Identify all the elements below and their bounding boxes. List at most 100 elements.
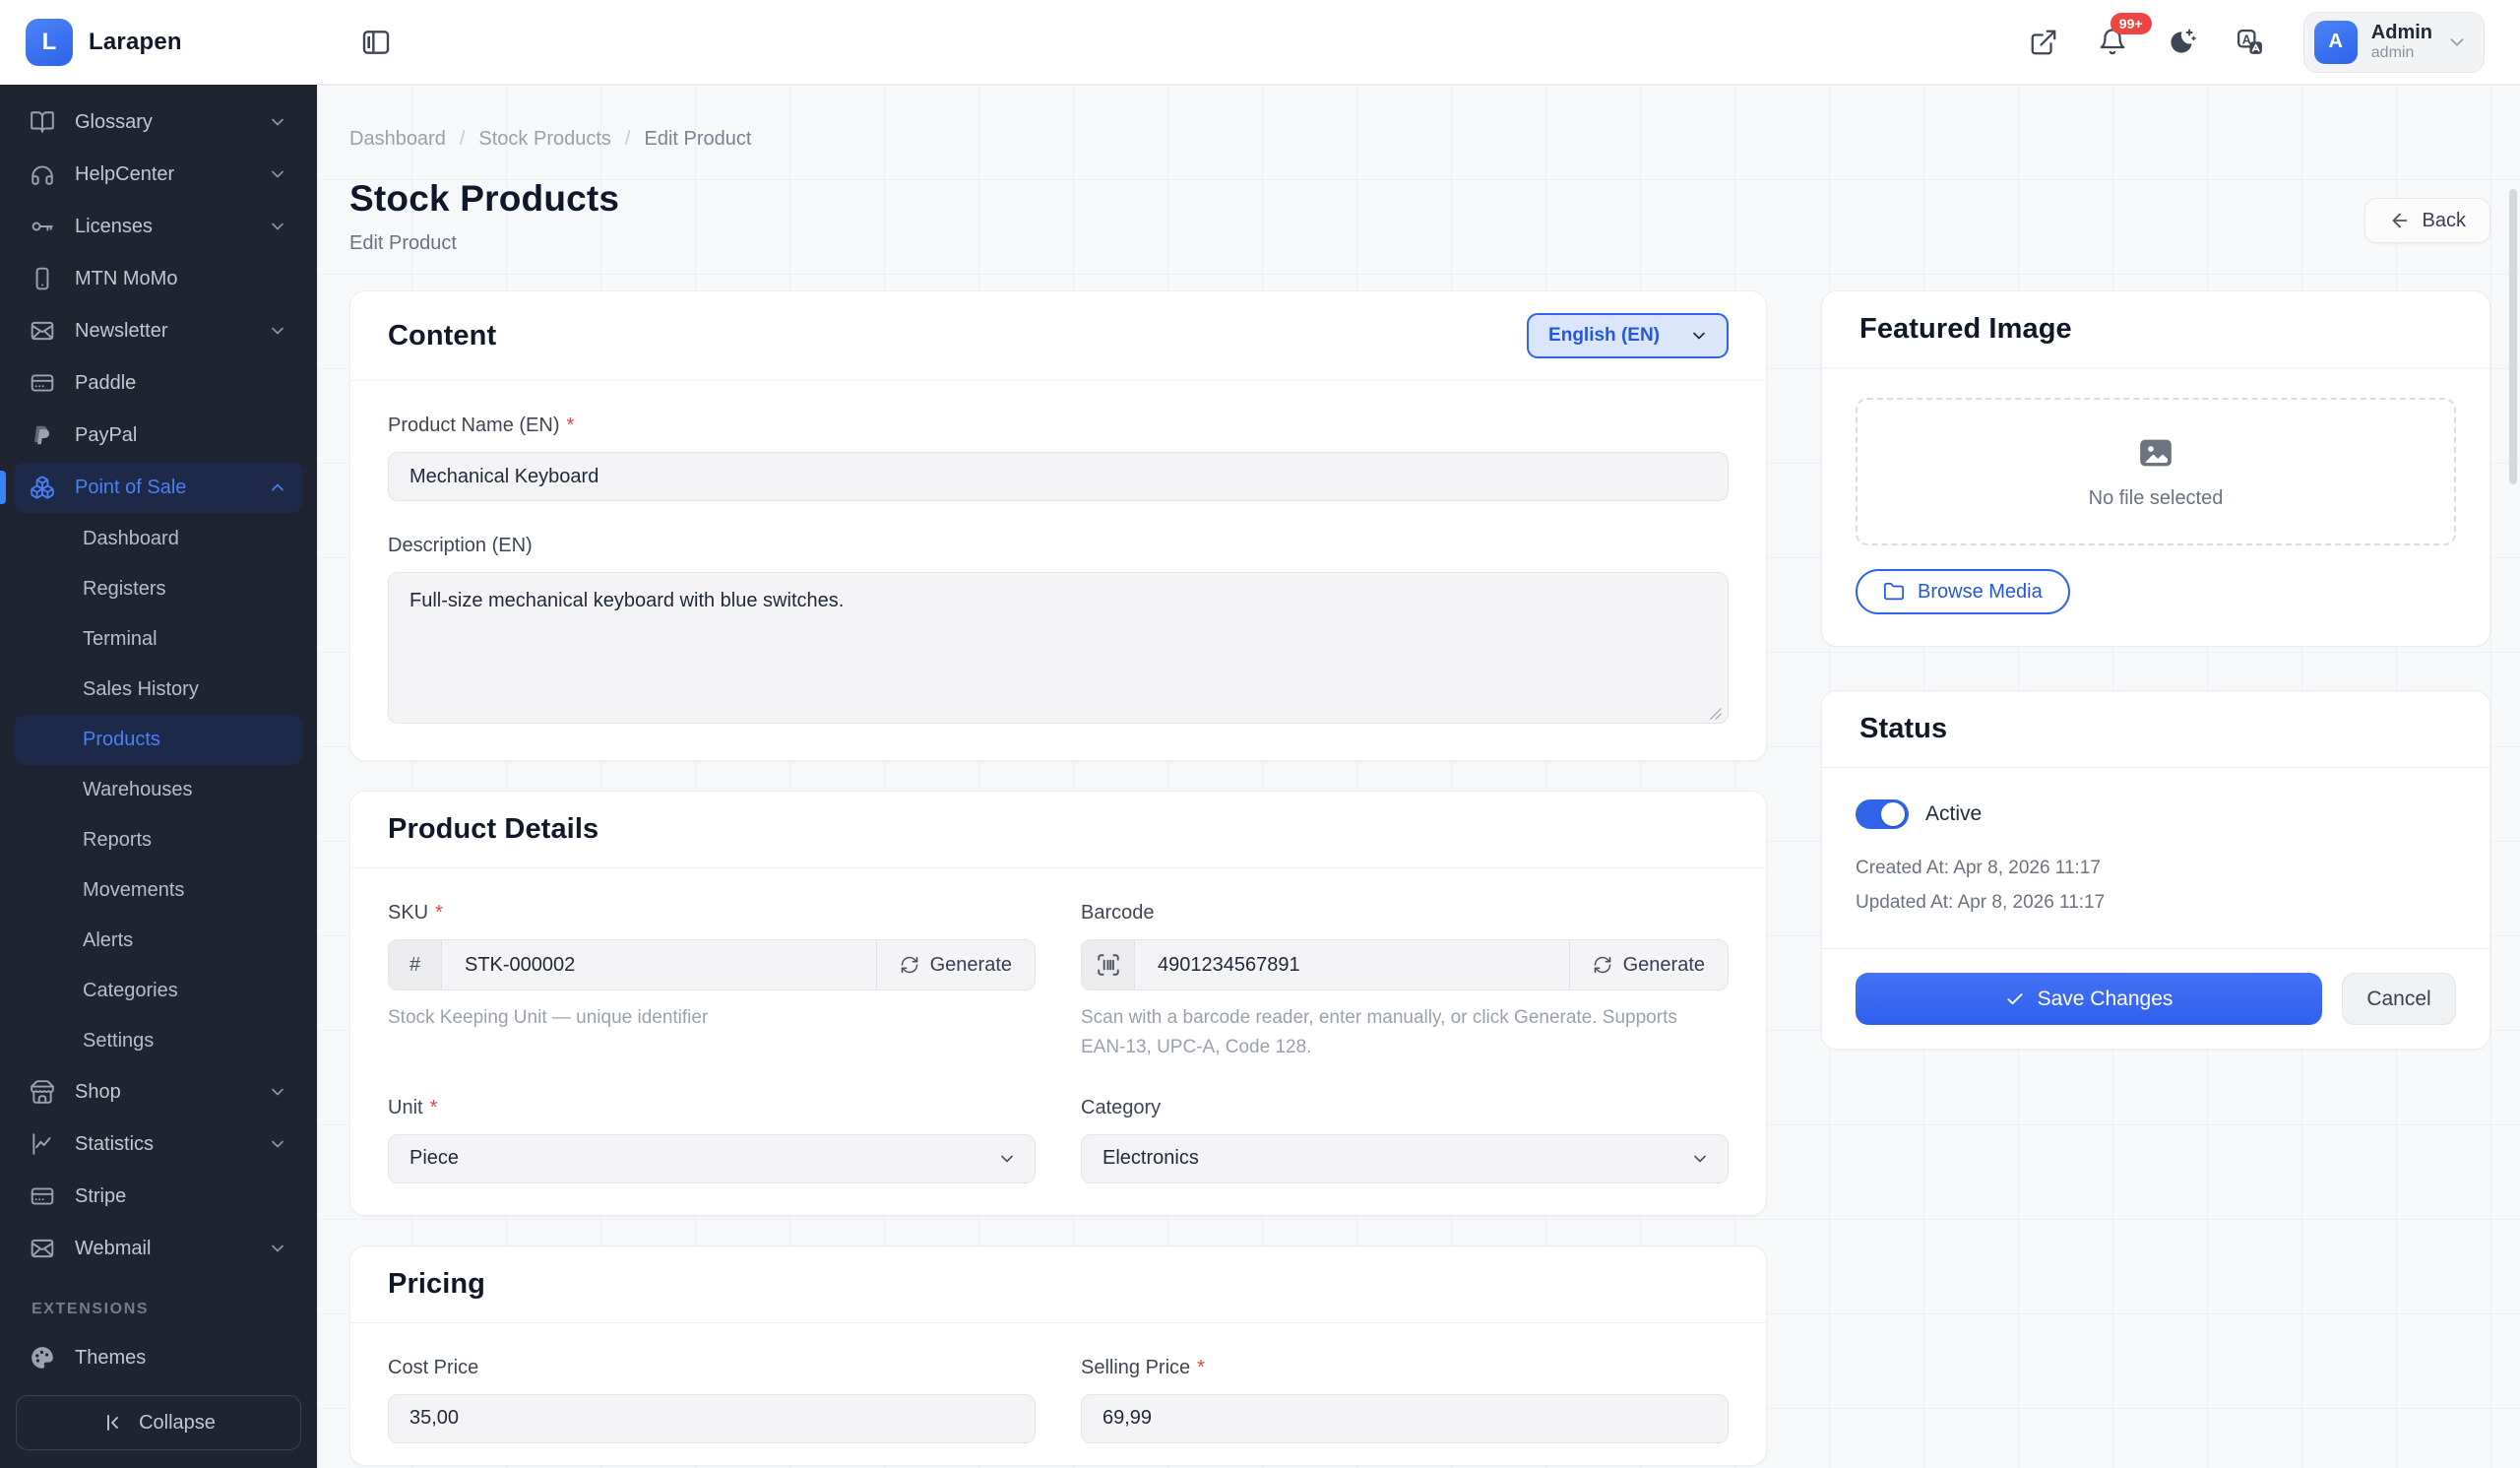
sku-value[interactable]: STK-000002: [442, 940, 876, 989]
headphones-icon: [30, 161, 55, 187]
sidebar-item-label: MTN MoMo: [75, 268, 177, 290]
sidebar: L Larapen Glossary HelpCenter Licenses: [0, 0, 317, 1468]
sidebar-item-pos-registers[interactable]: Registers: [14, 564, 303, 614]
sidebar-item-pos-categories[interactable]: Categories: [14, 966, 303, 1016]
sidebar-item-statistics[interactable]: Statistics: [14, 1118, 303, 1170]
active-toggle-row: Active: [1856, 799, 2456, 829]
palette-icon: [30, 1345, 55, 1371]
breadcrumb-stock-products[interactable]: Stock Products: [478, 128, 611, 151]
cost-price-field: Cost Price: [388, 1357, 1036, 1443]
sidebar-item-paddle[interactable]: Paddle: [14, 357, 303, 409]
sidebar-item-paypal[interactable]: PayPal: [14, 410, 303, 461]
image-icon: [2136, 433, 2175, 473]
page-title: Stock Products: [349, 178, 619, 220]
created-at-text: Created At: Apr 8, 2026 11:17: [1856, 856, 2456, 881]
collapse-label: Collapse: [139, 1412, 216, 1435]
barcode-value[interactable]: 4901234567891: [1135, 940, 1569, 989]
sidebar-item-mtn-momo[interactable]: MTN MoMo: [14, 253, 303, 304]
timestamps: Created At: Apr 8, 2026 11:17 Updated At…: [1856, 856, 2456, 915]
resize-handle-icon[interactable]: [1709, 707, 1723, 721]
brand-name: Larapen: [89, 29, 182, 56]
sidebar-item-point-of-sale[interactable]: Point of Sale: [14, 462, 303, 513]
extensions-section-label: EXTENSIONS: [14, 1275, 303, 1332]
user-name: Admin: [2371, 22, 2432, 44]
sku-generate-button[interactable]: Generate: [876, 940, 1035, 989]
required-marker: *: [430, 1097, 438, 1119]
selling-price-label: Selling Price *: [1081, 1357, 1729, 1379]
user-menu[interactable]: A Admin admin: [2303, 12, 2485, 73]
mail-icon: [30, 318, 55, 344]
label-text: Unit: [388, 1097, 423, 1119]
description-label: Description (EN): [388, 535, 1729, 557]
product-name-input[interactable]: [388, 452, 1729, 501]
status-card: Status Active Created At: Apr 8, 2026 11…: [1821, 690, 2490, 1050]
sidebar-item-pos-products[interactable]: Products: [14, 715, 303, 765]
sku-barcode-row: SKU * # STK-000002 Generate: [388, 902, 1729, 1063]
dark-mode-icon[interactable]: [2166, 27, 2197, 58]
unit-category-row: Unit * Piece: [388, 1097, 1729, 1183]
active-toggle[interactable]: [1856, 799, 1909, 829]
form-grid: Content English (EN) Product Name (EN) *: [349, 290, 2490, 1468]
chevron-down-icon: [268, 164, 287, 184]
barcode-field: Barcode 4901234567891 Generate: [1081, 902, 1729, 1063]
sidebar-item-pos-movements[interactable]: Movements: [14, 865, 303, 916]
collapse-sidebar-button[interactable]: Collapse: [16, 1395, 301, 1450]
back-label: Back: [2423, 210, 2466, 232]
sidebar-item-pos-alerts[interactable]: Alerts: [14, 916, 303, 966]
cost-price-input[interactable]: [388, 1394, 1036, 1443]
featured-image-title: Featured Image: [1859, 313, 2072, 346]
sidebar-item-glossary[interactable]: Glossary: [14, 96, 303, 148]
unit-select[interactable]: Piece: [388, 1134, 1036, 1183]
refresh-icon: [1593, 955, 1612, 975]
brand-logo[interactable]: L: [26, 19, 73, 66]
description-textarea[interactable]: Full-size mechanical keyboard with blue …: [388, 572, 1729, 724]
unit-label: Unit *: [388, 1097, 1036, 1119]
sidebar-item-helpcenter[interactable]: HelpCenter: [14, 149, 303, 200]
sidebar-item-label: Glossary: [75, 111, 153, 134]
required-marker: *: [1197, 1357, 1205, 1379]
image-dropzone[interactable]: No file selected: [1856, 398, 2456, 545]
category-field: Category Electronics: [1081, 1097, 1729, 1183]
selling-price-input[interactable]: [1081, 1394, 1729, 1443]
sidebar-item-newsletter[interactable]: Newsletter: [14, 305, 303, 356]
sku-input-group: # STK-000002 Generate: [388, 939, 1036, 990]
cancel-button[interactable]: Cancel: [2342, 973, 2456, 1025]
label-text: Product Name (EN): [388, 415, 560, 437]
category-select[interactable]: Electronics: [1081, 1134, 1729, 1183]
breadcrumb-dashboard[interactable]: Dashboard: [349, 128, 446, 151]
chevron-up-icon: [268, 478, 287, 497]
breadcrumb-current: Edit Product: [644, 128, 751, 151]
mail-icon: [30, 1236, 55, 1261]
paypal-icon: [30, 422, 55, 448]
sidebar-item-pos-dashboard[interactable]: Dashboard: [14, 514, 303, 564]
sidebar-item-pos-settings[interactable]: Settings: [14, 1016, 303, 1066]
pricing-header: Pricing: [350, 1246, 1766, 1323]
sku-field: SKU * # STK-000002 Generate: [388, 902, 1036, 1063]
barcode-generate-button[interactable]: Generate: [1569, 940, 1728, 989]
back-button[interactable]: Back: [2364, 198, 2490, 243]
save-changes-button[interactable]: Save Changes: [1856, 973, 2322, 1025]
sidebar-item-stripe[interactable]: Stripe: [14, 1171, 303, 1222]
credit-card-icon: [30, 370, 55, 396]
sidebar-item-licenses[interactable]: Licenses: [14, 201, 303, 252]
external-link-icon[interactable]: [2028, 27, 2059, 58]
book-open-icon: [30, 109, 55, 135]
notifications-button[interactable]: 99+: [2097, 27, 2128, 58]
sidebar-item-pos-warehouses[interactable]: Warehouses: [14, 765, 303, 815]
sidebar-item-shop[interactable]: Shop: [14, 1066, 303, 1117]
page-scrollbar-thumb[interactable]: [2509, 189, 2517, 484]
generate-label: Generate: [1623, 954, 1705, 977]
sidebar-item-themes[interactable]: Themes: [14, 1332, 303, 1383]
page-header-text: Stock Products Edit Product: [349, 178, 619, 255]
sidebar-item-pos-terminal[interactable]: Terminal: [14, 614, 303, 665]
sidebar-toggle-icon[interactable]: [360, 27, 392, 58]
language-selector[interactable]: English (EN): [1527, 313, 1729, 358]
browse-media-button[interactable]: Browse Media: [1856, 569, 2070, 614]
language-switch-icon[interactable]: [2235, 27, 2266, 58]
sidebar-item-pos-reports[interactable]: Reports: [14, 815, 303, 865]
sidebar-item-label: Point of Sale: [75, 477, 186, 499]
label-text: Cost Price: [388, 1357, 478, 1379]
sidebar-item-pos-sales-history[interactable]: Sales History: [14, 665, 303, 715]
unit-field: Unit * Piece: [388, 1097, 1036, 1183]
sidebar-item-webmail[interactable]: Webmail: [14, 1223, 303, 1274]
